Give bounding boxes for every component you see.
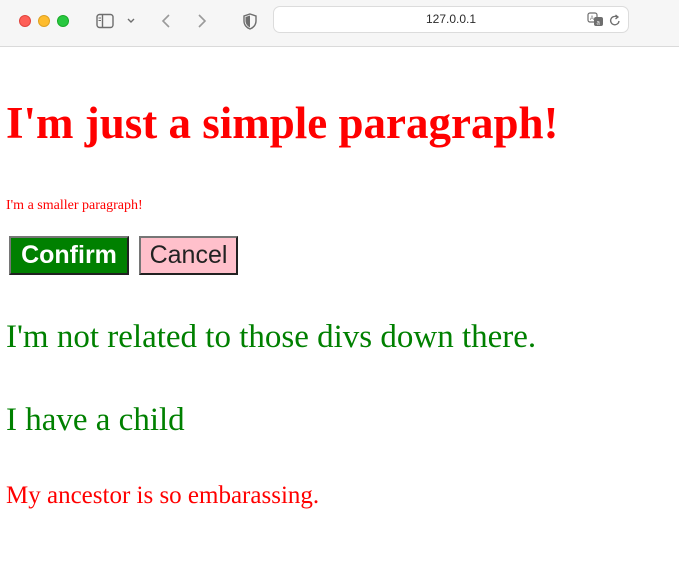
svg-text:A: A <box>590 16 594 22</box>
privacy-shield-icon[interactable] <box>241 12 259 30</box>
parent-paragraph: I have a child <box>6 402 185 438</box>
cancel-button[interactable]: Cancel <box>139 236 238 275</box>
url-text: 127.0.0.1 <box>425 12 477 26</box>
page-content: I'm just a simple paragraph! I'm a small… <box>0 48 679 587</box>
sidebar-toggle-icon[interactable] <box>96 12 114 30</box>
chevron-down-icon[interactable] <box>125 12 137 30</box>
zoom-window-button[interactable] <box>57 15 69 27</box>
main-heading-paragraph: I'm just a simple paragraph! <box>6 98 559 148</box>
close-window-button[interactable] <box>19 15 31 27</box>
address-bar[interactable]: 127.0.0.1 A a <box>273 6 629 33</box>
unrelated-paragraph: I'm not related to those divs down there… <box>6 319 537 355</box>
reload-icon[interactable] <box>608 11 622 29</box>
forward-arrow-icon[interactable] <box>193 12 211 30</box>
back-arrow-icon[interactable] <box>157 12 175 30</box>
browser-toolbar: 127.0.0.1 A a <box>0 0 679 47</box>
confirm-button[interactable]: Confirm <box>9 236 129 275</box>
child-paragraph: My ancestor is so embarassing. <box>6 482 320 509</box>
small-paragraph: I'm a smaller paragraph! <box>6 198 143 213</box>
translate-icon[interactable]: A a <box>586 10 604 28</box>
minimize-window-button[interactable] <box>38 15 50 27</box>
